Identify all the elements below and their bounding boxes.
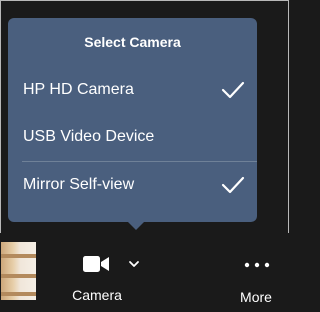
more-dots-icon[interactable]: [243, 261, 271, 269]
menu-divider: [22, 161, 257, 162]
video-camera-icon[interactable]: [82, 253, 110, 275]
video-thumbnail: [1, 242, 36, 300]
checkmark-icon: [221, 81, 245, 99]
more-button-label[interactable]: More: [234, 289, 278, 305]
menu-title: Select Camera: [84, 34, 181, 50]
meeting-toolbar: Camera More: [0, 233, 289, 312]
select-camera-menu: Select Camera HP HD Camera USB Video Dev…: [8, 18, 257, 222]
menu-item-label: USB Video Device: [23, 128, 155, 145]
checkmark-icon: [221, 176, 245, 194]
menu-item-label: Mirror Self-view: [23, 176, 135, 193]
camera-button-label[interactable]: Camera: [62, 287, 132, 303]
menu-pointer: [126, 220, 146, 230]
menu-item-label: HP HD Camera: [23, 81, 134, 98]
menu-item-usb-video-device[interactable]: USB Video Device: [8, 115, 257, 159]
menu-item-mirror-self-view[interactable]: Mirror Self-view: [8, 163, 257, 207]
chevron-down-icon[interactable]: [127, 257, 141, 271]
menu-item-hp-hd-camera[interactable]: HP HD Camera: [8, 68, 257, 112]
